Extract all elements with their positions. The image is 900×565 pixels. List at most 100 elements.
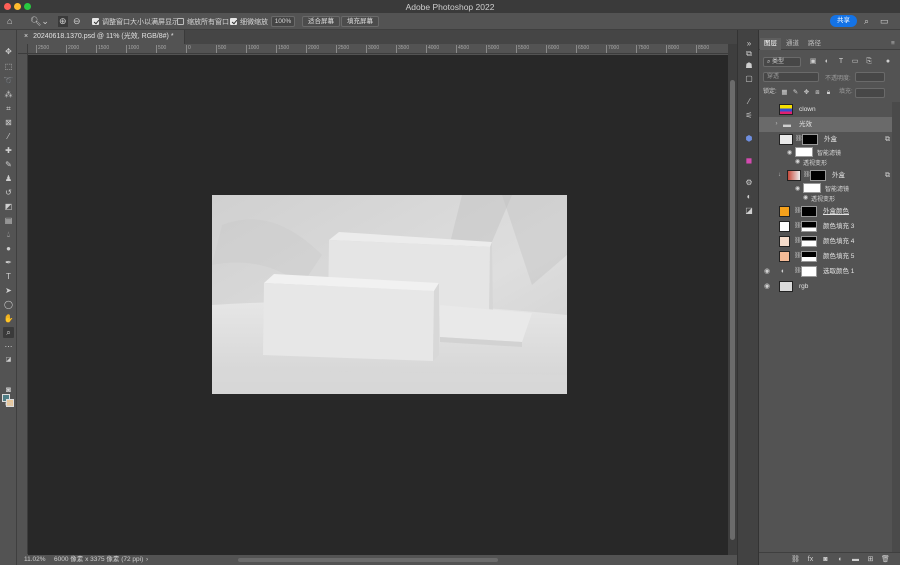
clone-stamp-tool-icon[interactable]: ♟ [3, 173, 14, 184]
layer-row[interactable]: ↓ ⛓︎ 外盒 ⧉ [759, 168, 892, 183]
eyedropper-tool-icon[interactable]: ⁄ [3, 131, 14, 142]
tab-layers[interactable]: 图层 [760, 38, 781, 50]
screen-mode-icon[interactable]: ▭ [3, 398, 14, 409]
history-brush-tool-icon[interactable]: ↺ [3, 187, 14, 198]
layer-row[interactable]: ⛓︎ 外盒颜色 [759, 204, 892, 219]
crop-tool-icon[interactable]: ⌗ [3, 103, 14, 114]
layer-row[interactable]: ⛓︎ 颜色填充 5 [759, 249, 892, 264]
search-icon[interactable]: ⌕ [864, 16, 869, 27]
filter-shape-icon[interactable]: ▭ [851, 58, 859, 66]
plugins-panel-icon[interactable]: ◼ [743, 155, 755, 166]
status-menu-arrow[interactable]: › [146, 555, 148, 565]
horizontal-scroll-thumb[interactable] [238, 558, 498, 562]
lock-artboard-icon[interactable]: ⧈ [814, 89, 821, 96]
document-tab[interactable]: × 20240618.1370.psd @ 11% (光效, RGB/8#) * [18, 30, 185, 44]
filter-adjustment-icon[interactable]: ◐ [823, 58, 831, 66]
layer-row[interactable]: › ▬ 光效 [759, 117, 892, 132]
type-tool-icon[interactable]: T [3, 271, 14, 282]
vertical-ruler[interactable] [18, 54, 28, 554]
properties-panel-icon[interactable]: ⚟ [743, 110, 755, 121]
perspective-warp-eye-icon[interactable]: ◉ [803, 194, 808, 201]
lock-position-icon[interactable]: ✥ [803, 89, 810, 96]
new-layer-icon[interactable]: ⊞ [866, 555, 875, 564]
move-tool-icon[interactable]: ✥ [3, 46, 14, 57]
tab-paths[interactable]: 路径 [804, 38, 825, 50]
horizontal-ruler[interactable]: 2500 2000 1500 1000 500 0 500 1000 1500 2000 2500 3… [28, 44, 728, 54]
hand-tool-icon[interactable]: ✋ [3, 313, 14, 324]
magic-wand-tool-icon[interactable]: ⁂ [3, 89, 14, 100]
navigator-panel-icon[interactable]: ◪ [743, 205, 755, 216]
adjustments-panel-icon[interactable]: ⚙ [743, 177, 755, 188]
blur-tool-icon[interactable]: 💧︎ [3, 229, 14, 240]
lock-pixels-icon[interactable]: ✎ [792, 89, 799, 96]
resize-windows-checkbox[interactable] [92, 18, 99, 25]
libraries-panel-icon[interactable]: ⬢ [743, 133, 755, 144]
pen-tool-icon[interactable]: ✒ [3, 257, 14, 268]
comments-panel-icon[interactable]: ▢ [743, 73, 755, 84]
fill-screen-button[interactable]: 填充屏幕 [341, 16, 379, 27]
fit-screen-button[interactable]: 适合屏幕 [302, 16, 340, 27]
gradient-tool-icon[interactable]: ▤ [3, 215, 14, 226]
tab-channels[interactable]: 通道 [782, 38, 803, 50]
blend-mode-select[interactable]: 穿透 [763, 72, 819, 82]
zoom-all-checkbox[interactable] [177, 18, 184, 25]
opacity-field[interactable] [855, 72, 885, 82]
layer-row[interactable]: ◉ rgb [759, 279, 892, 294]
perspective-warp-eye-icon[interactable]: ◉ [795, 158, 800, 165]
zoom-all-option[interactable]: 缩放所有窗口 [177, 16, 229, 27]
glyphs-panel-icon[interactable]: ☗ [743, 60, 755, 71]
quick-mask-icon[interactable]: ◙ [3, 384, 14, 395]
delete-layer-icon[interactable]: 🗑︎ [881, 555, 890, 564]
more-tools-icon[interactable]: ⋯ [3, 341, 14, 352]
visibility-eye-icon[interactable]: ◉ [762, 279, 772, 294]
zoom-tool-preset-icon[interactable]: 🔍︎⌄ [30, 16, 49, 27]
layer-row[interactable]: clown [759, 102, 892, 117]
filter-toggle-icon[interactable]: ● [884, 58, 892, 66]
new-adjustment-layer-icon[interactable]: ◐ [836, 555, 845, 564]
add-style-icon[interactable]: fx [806, 555, 815, 564]
resize-windows-option[interactable]: 调整窗口大小以满屏显示 [92, 16, 179, 27]
styles-panel-icon[interactable]: ◐ [743, 191, 755, 202]
lasso-tool-icon[interactable]: ➰ [3, 75, 14, 86]
layers-scrollbar[interactable] [892, 102, 900, 552]
home-icon[interactable]: ⌂ [7, 16, 12, 27]
new-group-icon[interactable]: ▬ [851, 555, 860, 564]
lock-all-icon[interactable]: 🔒︎ [825, 89, 832, 96]
shape-tool-icon[interactable]: ◯ [3, 299, 14, 310]
path-selection-tool-icon[interactable]: ➤ [3, 285, 14, 296]
default-colors-icon[interactable]: ◪ [3, 355, 14, 366]
layer-row[interactable]: ⛓︎ 颜色填充 3 [759, 219, 892, 234]
vertical-scroll-thumb[interactable] [730, 80, 735, 540]
workspace-icon[interactable]: ▭ [880, 16, 889, 27]
marquee-tool-icon[interactable]: ⬚ [3, 61, 14, 72]
scrubby-zoom-checkbox[interactable] [230, 18, 237, 25]
filter-eye-icon[interactable]: ◉ [795, 185, 800, 192]
layer-row[interactable]: ◉ ◐ ⛓︎ 选取颜色 1 [759, 264, 892, 279]
link-layers-icon[interactable]: ⛓︎ [791, 555, 800, 564]
layer-row[interactable]: ⛓︎ 外盒 ⧉ [759, 132, 892, 147]
healing-brush-tool-icon[interactable]: ✚ [3, 145, 14, 156]
filter-kind-select[interactable]: ⌕ 类型 [763, 57, 801, 67]
frame-tool-icon[interactable]: ⊠ [3, 117, 14, 128]
zoom-out-icon[interactable]: ⊖ [73, 16, 81, 27]
ruler-origin[interactable] [18, 44, 28, 54]
filter-smart-object-icon[interactable]: ⎘ [865, 58, 873, 66]
close-tab-icon[interactable]: × [24, 33, 28, 40]
panel-menu-icon[interactable]: ≡ [887, 38, 899, 50]
layer-row[interactable]: ⛓︎ 颜色填充 4 [759, 234, 892, 249]
fill-field[interactable] [855, 88, 885, 98]
expand-group-icon[interactable]: › [774, 117, 779, 132]
document-image[interactable] [212, 195, 567, 394]
filter-type-icon[interactable]: T [837, 58, 845, 66]
zoom-in-icon[interactable]: ⊕ [58, 16, 68, 27]
zoom-tool-icon[interactable]: ⌕ [3, 327, 14, 338]
lock-transparency-icon[interactable]: ▦ [781, 89, 788, 96]
zoom-percent-field[interactable]: 100% [271, 16, 295, 27]
share-button[interactable]: 共享 [830, 15, 857, 27]
eraser-tool-icon[interactable]: ◩ [3, 201, 14, 212]
add-mask-icon[interactable]: ◙ [821, 555, 830, 564]
visibility-eye-icon[interactable]: ◉ [762, 264, 772, 279]
dodge-tool-icon[interactable]: ● [3, 243, 14, 254]
brush-tool-icon[interactable]: ✎ [3, 159, 14, 170]
history-panel-icon[interactable]: ⧉ [743, 48, 755, 59]
